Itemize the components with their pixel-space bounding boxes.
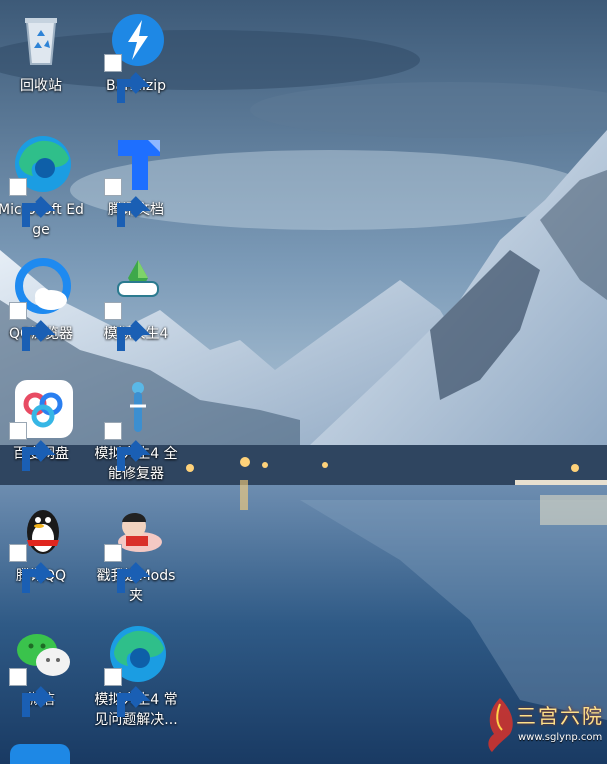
shortcut-arrow-icon bbox=[104, 54, 151, 103]
desktop-icon-tencent-qq[interactable]: 腾讯QQ bbox=[0, 494, 87, 604]
desktop-icon-recycle-bin[interactable]: 回收站 bbox=[0, 4, 87, 114]
watermark-url: www.sglynp.com bbox=[518, 732, 603, 743]
shortcut-arrow-icon bbox=[104, 544, 151, 593]
desktop-icon-qq-browser[interactable]: QQ浏览器 bbox=[0, 252, 87, 362]
shortcut-arrow-icon bbox=[104, 302, 151, 351]
mods-folder-icon bbox=[104, 498, 168, 593]
site-watermark: 三宫六院 www.sglynp.com bbox=[480, 694, 604, 758]
desktop-icon-sims4-faq[interactable]: 模拟人生4 常见问题解决... bbox=[90, 618, 182, 728]
shortcut-arrow-icon bbox=[9, 422, 56, 471]
shortcut-arrow-icon bbox=[104, 422, 151, 471]
shortcut-arrow-icon bbox=[9, 668, 56, 717]
wechat-icon bbox=[9, 622, 73, 717]
icon-label: 回收站 bbox=[20, 78, 62, 94]
edge-icon bbox=[9, 132, 73, 227]
shortcut-arrow-icon bbox=[104, 668, 151, 717]
shortcut-arrow-icon bbox=[9, 544, 56, 593]
recycle-bin-icon bbox=[9, 8, 73, 72]
phoenix-logo-icon bbox=[488, 698, 513, 752]
qq-icon bbox=[9, 498, 73, 593]
watermark-title: 三宫六院 bbox=[516, 704, 604, 728]
sims4-repair-icon bbox=[104, 376, 168, 471]
desktop-icon-microsoft-edge[interactable]: Microsoft Edge bbox=[0, 128, 87, 238]
shortcut-arrow-icon bbox=[9, 178, 56, 227]
shortcut-arrow-icon bbox=[104, 178, 151, 227]
desktop-icon-wechat[interactable]: 微信 bbox=[0, 618, 87, 728]
desktop-icon-tencent-docs[interactable]: 腾讯文档 bbox=[90, 128, 182, 238]
desktop-icon-sims4[interactable]: 模拟人生4 bbox=[90, 252, 182, 362]
qq-browser-icon bbox=[9, 256, 73, 351]
desktop-icon-baidu-netdisk[interactable]: 百度网盘 bbox=[0, 372, 87, 482]
sims4-icon bbox=[104, 256, 168, 351]
shortcut-arrow-icon bbox=[9, 302, 56, 351]
desktop-icon-bandizip[interactable]: Bandizip bbox=[90, 4, 182, 114]
app-icon bbox=[10, 744, 70, 764]
desktop-icon-sims4-repair[interactable]: 模拟人生4 全能修复器 bbox=[90, 372, 182, 482]
baidu-netdisk-icon bbox=[9, 376, 73, 471]
desktop-icon-partial[interactable] bbox=[10, 744, 70, 764]
tencent-docs-icon bbox=[104, 132, 168, 227]
edge-icon bbox=[104, 622, 168, 717]
bandizip-icon bbox=[104, 8, 168, 103]
desktop-icon-mods-folder[interactable]: 戳我进Mods夹 bbox=[90, 494, 182, 604]
